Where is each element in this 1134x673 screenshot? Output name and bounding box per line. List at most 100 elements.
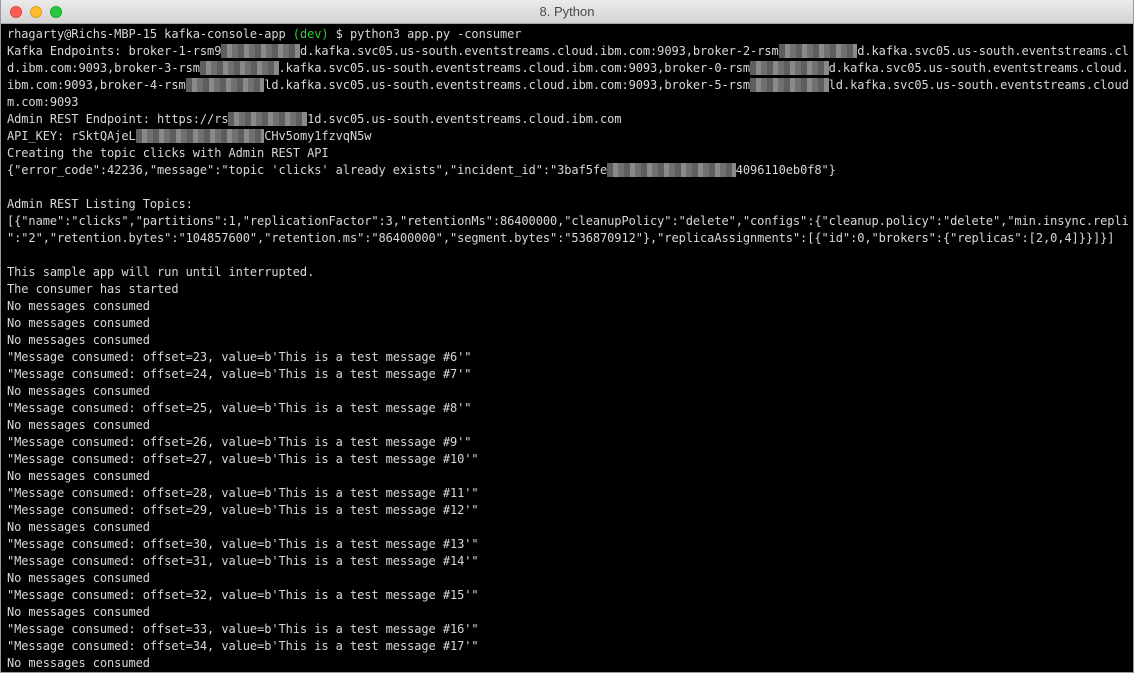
redacted-text <box>228 112 308 126</box>
terminal-text: No messages consumed <box>7 299 150 313</box>
terminal-text: d.kafka.svc05.us-south.eventstreams.clou… <box>828 61 1129 75</box>
terminal-line: Admin REST Endpoint: https://rs 1d.svc05… <box>7 111 1129 128</box>
terminal-line: {"error_code":42236,"message":"topic 'cl… <box>7 162 1129 179</box>
close-button[interactable] <box>10 6 22 18</box>
redacted-text <box>185 78 265 92</box>
terminal-line: This sample app will run until interrupt… <box>7 264 1129 281</box>
terminal-window: 8. Python rhagarty@Richs-MBP-15 kafka-co… <box>0 0 1134 673</box>
terminal-text: .kafka.svc05.us-south.eventstreams.cloud… <box>278 61 751 75</box>
git-branch-label: (dev) <box>292 27 329 41</box>
window-title: 8. Python <box>539 4 595 19</box>
terminal-line: "Message consumed: offset=31, value=b'Th… <box>7 553 1129 570</box>
terminal-line: No messages consumed <box>7 383 1129 400</box>
terminal-line: "Message consumed: offset=33, value=b'Th… <box>7 621 1129 638</box>
terminal-text: "Message consumed: offset=24, value=b'Th… <box>7 367 472 381</box>
terminal-text: The consumer has started <box>7 282 179 296</box>
terminal-text: Admin REST Listing Topics: <box>7 197 193 211</box>
terminal-line: No messages consumed <box>7 655 1129 672</box>
terminal-line: No messages consumed <box>7 570 1129 587</box>
terminal-text: ld.kafka.svc05.us-south.eventstreams.clo… <box>828 78 1129 92</box>
terminal-line: "Message consumed: offset=29, value=b'Th… <box>7 502 1129 519</box>
terminal-text: m.com:9093 <box>7 95 79 109</box>
terminal-text: No messages consumed <box>7 418 150 432</box>
terminal-text: "Message consumed: offset=28, value=b'Th… <box>7 486 479 500</box>
window-controls <box>10 6 70 18</box>
terminal-line: "Message consumed: offset=27, value=b'Th… <box>7 451 1129 468</box>
terminal-line: "Message consumed: offset=24, value=b'Th… <box>7 366 1129 383</box>
terminal-line: "Message consumed: offset=26, value=b'Th… <box>7 434 1129 451</box>
terminal-text: rhagarty@Richs-MBP-15 kafka-console-app <box>7 27 293 41</box>
terminal-text: No messages consumed <box>7 469 150 483</box>
redacted-text <box>135 129 265 143</box>
title-bar[interactable]: 8. Python <box>1 0 1133 24</box>
terminal-text: "Message consumed: offset=27, value=b'Th… <box>7 452 479 466</box>
redacted-text <box>778 44 858 58</box>
terminal-line: "Message consumed: offset=25, value=b'Th… <box>7 400 1129 417</box>
terminal-text: No messages consumed <box>7 316 150 330</box>
terminal-text: No messages consumed <box>7 571 150 585</box>
terminal-text: No messages consumed <box>7 656 150 670</box>
terminal-text: Creating the topic clicks with Admin RES… <box>7 146 329 160</box>
terminal-text: ibm.com:9093,broker-4-rsm <box>7 78 186 92</box>
terminal-text: Admin REST Endpoint: https://rs <box>7 112 229 126</box>
terminal-line: [{"name":"clicks","partitions":1,"replic… <box>7 213 1129 230</box>
terminal-line: "Message consumed: offset=28, value=b'Th… <box>7 485 1129 502</box>
terminal-text: "Message consumed: offset=32, value=b'Th… <box>7 588 479 602</box>
redacted-text <box>607 163 736 177</box>
minimize-button[interactable] <box>30 6 42 18</box>
terminal-text: No messages consumed <box>7 333 150 347</box>
terminal-line: Admin REST Listing Topics: <box>7 196 1129 213</box>
terminal-line: The consumer has started <box>7 281 1129 298</box>
redacted-text <box>750 61 829 75</box>
terminal-text: Kafka Endpoints: broker-1-rsm9 <box>7 44 222 58</box>
terminal-text: CHv5omy1fzvqN5w <box>264 129 372 143</box>
terminal-text: ld.kafka.svc05.us-south.eventstreams.clo… <box>264 78 751 92</box>
zoom-button[interactable] <box>50 6 62 18</box>
terminal-text: "Message consumed: offset=29, value=b'Th… <box>7 503 479 517</box>
terminal-line: No messages consumed <box>7 417 1129 434</box>
terminal-text: d.kafka.svc05.us-south.eventstreams.clou… <box>299 44 779 58</box>
terminal-line: m.com:9093 <box>7 94 1129 111</box>
terminal-line: API_KEY: rSktQAjeL CHv5omy1fzvqN5w <box>7 128 1129 145</box>
terminal-text: $ python3 app.py -consumer <box>328 27 522 41</box>
terminal-text: "Message consumed: offset=33, value=b'Th… <box>7 622 479 636</box>
terminal-line: No messages consumed <box>7 519 1129 536</box>
terminal-line: "Message consumed: offset=30, value=b'Th… <box>7 536 1129 553</box>
terminal-line: "Message consumed: offset=23, value=b'Th… <box>7 349 1129 366</box>
terminal-line: "Message consumed: offset=32, value=b'Th… <box>7 587 1129 604</box>
terminal-line: "Message consumed: offset=34, value=b'Th… <box>7 638 1129 655</box>
terminal-output[interactable]: rhagarty@Richs-MBP-15 kafka-console-app … <box>7 26 1129 672</box>
terminal-text: 1d.svc05.us-south.eventstreams.cloud.ibm… <box>307 112 622 126</box>
terminal-text: "Message consumed: offset=30, value=b'Th… <box>7 537 479 551</box>
redacted-text <box>199 61 279 75</box>
terminal-line: No messages consumed <box>7 468 1129 485</box>
terminal-line: No messages consumed <box>7 332 1129 349</box>
terminal-text: API_KEY: rSktQAjeL <box>7 129 136 143</box>
terminal-text: No messages consumed <box>7 520 150 534</box>
terminal-text: "Message consumed: offset=26, value=b'Th… <box>7 435 472 449</box>
terminal-text: "Message consumed: offset=31, value=b'Th… <box>7 554 479 568</box>
terminal-line: No messages consumed <box>7 315 1129 332</box>
terminal-text: "Message consumed: offset=34, value=b'Th… <box>7 639 479 653</box>
terminal-line: rhagarty@Richs-MBP-15 kafka-console-app … <box>7 26 1129 43</box>
terminal-text: ":"2","retention.bytes":"104857600","ret… <box>7 231 1115 245</box>
terminal-text: No messages consumed <box>7 605 150 619</box>
terminal-line: ibm.com:9093,broker-4-rsm ld.kafka.svc05… <box>7 77 1129 94</box>
terminal-text: {"error_code":42236,"message":"topic 'cl… <box>7 163 608 177</box>
redacted-text <box>750 78 829 92</box>
terminal-line: Creating the topic clicks with Admin RES… <box>7 145 1129 162</box>
terminal-line: d.ibm.com:9093,broker-3-rsm .kafka.svc05… <box>7 60 1129 77</box>
terminal-line: No messages consumed <box>7 604 1129 621</box>
terminal-text: "Message consumed: offset=23, value=b'Th… <box>7 350 472 364</box>
redacted-text <box>221 44 300 58</box>
terminal-text: This sample app will run until interrupt… <box>7 265 315 279</box>
terminal-text: No messages consumed <box>7 384 150 398</box>
terminal-text: [{"name":"clicks","partitions":1,"replic… <box>7 214 1129 228</box>
terminal-line: Kafka Endpoints: broker-1-rsm9 d.kafka.s… <box>7 43 1129 60</box>
terminal-line: ":"2","retention.bytes":"104857600","ret… <box>7 230 1129 247</box>
terminal-text: "Message consumed: offset=25, value=b'Th… <box>7 401 472 415</box>
terminal-text: 4096110eb0f8"} <box>735 163 836 177</box>
terminal-text: d.kafka.svc05.us-south.eventstreams.clou <box>857 44 1129 58</box>
